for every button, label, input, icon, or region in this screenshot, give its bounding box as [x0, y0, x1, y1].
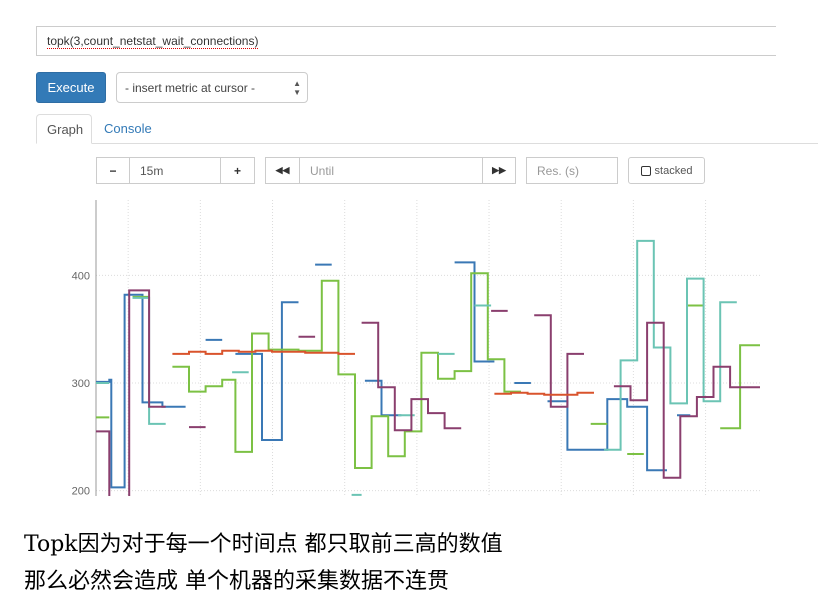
- range-increase-button[interactable]: +: [220, 157, 255, 184]
- stacked-toggle-button[interactable]: stacked: [628, 157, 705, 184]
- range-input[interactable]: 15m: [129, 157, 221, 184]
- insert-metric-select[interactable]: - insert metric at cursor - ▲ ▼: [116, 72, 308, 103]
- tab-graph[interactable]: Graph: [36, 114, 92, 144]
- select-arrows-icon: ▲ ▼: [293, 79, 301, 97]
- series-line-2: [96, 272, 760, 469]
- fast-forward-icon[interactable]: ▶▶: [482, 157, 516, 184]
- stacked-checkbox-icon: [640, 165, 651, 176]
- rewind-icon[interactable]: ◀◀: [265, 157, 300, 184]
- y-tick-label: 200: [72, 486, 90, 496]
- caption-line-2: 那么必然会造成 单个机器的采集数据不连贯: [24, 569, 449, 594]
- stacked-label: stacked: [654, 164, 693, 177]
- range-decrease-button[interactable]: −: [96, 157, 130, 184]
- execute-button[interactable]: Execute: [36, 72, 106, 103]
- tab-console[interactable]: Console: [94, 114, 162, 144]
- series-line-4: [96, 289, 760, 496]
- caption-line-1: Topk因为对于每一个时间点 都只取前三高的数值: [24, 532, 503, 557]
- series-line-1: [96, 261, 691, 489]
- graph-area: 200 300 400: [72, 200, 760, 496]
- y-tick-label: 300: [72, 378, 90, 390]
- resolution-input[interactable]: Res. (s): [526, 157, 618, 184]
- expression-input[interactable]: topk(3,count_netstat_wait_connections): [36, 26, 776, 56]
- y-tick-label: 400: [72, 270, 90, 282]
- until-input[interactable]: Until: [299, 157, 483, 184]
- metric-select-value: - insert metric at cursor -: [125, 81, 256, 95]
